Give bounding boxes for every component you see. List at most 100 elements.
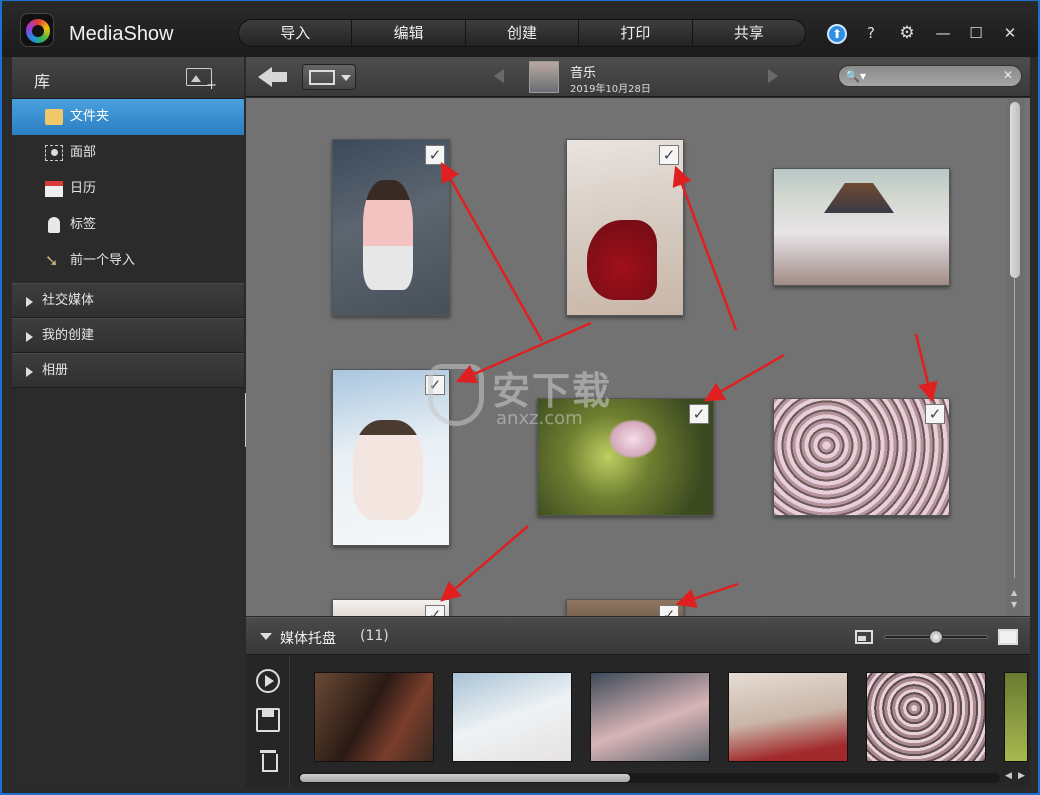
search-icon[interactable]: 🔍▾ bbox=[845, 69, 866, 83]
sidebar-group-label: 社交媒体 bbox=[42, 293, 95, 308]
collapse-tray-icon[interactable] bbox=[260, 633, 272, 640]
view-mode-button[interactable] bbox=[302, 64, 356, 90]
media-tray-header: 媒体托盘 (11) bbox=[246, 617, 1030, 655]
small-thumbnail-icon[interactable] bbox=[855, 630, 873, 644]
scroll-left-icon[interactable]: ◀ bbox=[1005, 771, 1012, 781]
main-menu: 导入 编辑 创建 打印 共享 bbox=[238, 19, 806, 47]
next-album-arrow-icon[interactable] bbox=[768, 69, 778, 83]
photo-thumbnail[interactable]: ✓ bbox=[332, 139, 450, 316]
checkbox-checked[interactable]: ✓ bbox=[425, 145, 445, 165]
sidebar-item-label: 面部 bbox=[70, 145, 97, 160]
search-box: 🔍▾ ✕ bbox=[838, 65, 1022, 87]
tray-thumbnail[interactable] bbox=[452, 672, 572, 762]
watermark-logo: 安下载 anxz.com bbox=[428, 360, 628, 440]
sidebar-item-label: 日历 bbox=[70, 181, 97, 196]
sidebar-group-social-media[interactable]: 社交媒体 bbox=[12, 283, 244, 318]
sidebar-item-tags[interactable]: 标签 bbox=[12, 207, 244, 243]
album-date: 2019年10月28日 bbox=[570, 84, 651, 95]
red-arrow bbox=[703, 353, 785, 402]
photo-thumbnail[interactable]: ✓ bbox=[773, 398, 950, 516]
sidebar-item-label: 文件夹 bbox=[70, 109, 110, 124]
sidebar-group-albums[interactable]: 相册 bbox=[12, 353, 244, 388]
sidebar-group-my-creations[interactable]: 我的创建 bbox=[12, 318, 244, 353]
sidebar-item-faces[interactable]: 面部 bbox=[12, 135, 244, 171]
scroll-down-icon[interactable]: ▼ bbox=[1011, 600, 1017, 609]
menu-print[interactable]: 打印 bbox=[578, 20, 691, 46]
sidebar-item-calendar[interactable]: 日历 bbox=[12, 171, 244, 207]
scroll-right-icon[interactable]: ▶ bbox=[1018, 771, 1025, 781]
thumbnail-size-slider[interactable] bbox=[884, 630, 988, 644]
calendar-icon bbox=[45, 181, 63, 197]
help-button[interactable]: ? bbox=[859, 21, 883, 45]
app-logo-icon bbox=[20, 13, 54, 47]
folder-icon bbox=[45, 109, 63, 125]
app-title: MediaShow bbox=[69, 23, 174, 45]
update-button[interactable]: ⬆ bbox=[825, 21, 849, 45]
media-tray-title: 媒体托盘 bbox=[280, 631, 336, 647]
checkbox-checked[interactable]: ✓ bbox=[925, 404, 945, 424]
close-button[interactable]: ✕ bbox=[998, 21, 1022, 45]
photo-view-icon bbox=[309, 70, 335, 85]
save-icon[interactable] bbox=[256, 708, 280, 732]
checkbox-checked[interactable]: ✓ bbox=[425, 605, 445, 616]
menu-edit[interactable]: 编辑 bbox=[351, 20, 464, 46]
trash-icon[interactable] bbox=[256, 748, 280, 772]
scrollbar-track bbox=[1014, 278, 1015, 578]
large-thumbnail-icon[interactable] bbox=[998, 629, 1018, 645]
scroll-up-icon[interactable]: ▲ bbox=[1011, 588, 1017, 597]
sidebar-header: 库 bbox=[12, 57, 244, 99]
tag-icon bbox=[48, 217, 60, 233]
maximize-button[interactable]: ☐ bbox=[964, 21, 988, 45]
play-icon[interactable] bbox=[256, 669, 280, 693]
sidebar-item-label: 前一个导入 bbox=[70, 253, 136, 268]
scrollbar-thumb[interactable] bbox=[1010, 102, 1020, 278]
scrollbar-thumb[interactable] bbox=[300, 774, 630, 782]
clear-search-icon[interactable]: ✕ bbox=[1003, 68, 1013, 82]
add-album-icon[interactable] bbox=[186, 68, 217, 93]
previous-album-arrow-icon[interactable] bbox=[494, 69, 504, 83]
vertical-scrollbar[interactable]: ▲ ▼ bbox=[1007, 98, 1025, 616]
checkbox-checked[interactable]: ✓ bbox=[659, 605, 679, 616]
checkbox-checked[interactable]: ✓ bbox=[689, 404, 709, 424]
photo-thumbnail[interactable] bbox=[773, 168, 950, 286]
horizontal-scrollbar[interactable] bbox=[298, 773, 1000, 783]
mediashow-window: MediaShow 导入 编辑 创建 打印 共享 ⬆ ? ⚙ — ☐ ✕ 库 文… bbox=[0, 0, 1040, 795]
menu-share[interactable]: 共享 bbox=[691, 20, 805, 46]
tray-thumbnail[interactable] bbox=[314, 672, 434, 762]
tray-thumbnail[interactable] bbox=[590, 672, 710, 762]
watermark-text: 安下载 bbox=[492, 369, 613, 413]
minimize-button[interactable]: — bbox=[931, 21, 955, 45]
expand-triangle-icon bbox=[26, 367, 33, 377]
slider-knob[interactable] bbox=[929, 630, 943, 644]
checkbox-checked[interactable]: ✓ bbox=[659, 145, 679, 165]
red-arrow bbox=[914, 333, 938, 403]
search-input[interactable] bbox=[867, 68, 995, 84]
menu-import[interactable]: 导入 bbox=[239, 20, 351, 46]
tray-thumbnail[interactable] bbox=[728, 672, 848, 762]
library-sidebar: 库 文件夹 面部 日历 标签 ➘ 前一个导入 社交媒体 bbox=[12, 57, 244, 787]
sidebar-item-folders[interactable]: 文件夹 bbox=[12, 99, 244, 135]
watermark-subtext: anxz.com bbox=[496, 408, 583, 429]
back-arrow-icon[interactable] bbox=[258, 65, 290, 89]
face-icon bbox=[45, 145, 63, 161]
shield-icon bbox=[428, 364, 484, 426]
red-arrow bbox=[675, 582, 739, 608]
media-tray-count: (11) bbox=[360, 628, 389, 644]
album-name: 音乐 bbox=[570, 66, 597, 81]
red-arrow bbox=[440, 161, 544, 342]
photo-thumbnail[interactable]: ✓ bbox=[332, 599, 450, 616]
red-arrow bbox=[672, 165, 738, 331]
sidebar-item-last-import[interactable]: ➘ 前一个导入 bbox=[12, 243, 244, 279]
import-icon: ➘ bbox=[45, 251, 59, 270]
sidebar-group-label: 相册 bbox=[42, 363, 69, 378]
menu-create[interactable]: 创建 bbox=[464, 20, 578, 46]
gear-icon[interactable]: ⚙ bbox=[895, 21, 919, 45]
expand-triangle-icon bbox=[26, 297, 33, 307]
title-bar: MediaShow 导入 编辑 创建 打印 共享 ⬆ ? ⚙ — ☐ ✕ bbox=[2, 1, 1038, 57]
photo-thumbnail[interactable]: ✓ bbox=[566, 599, 684, 616]
photo-grid: ✓ ✓ ✓ ✓ ✓ ✓ ✓ 安下载 anxz.com bbox=[246, 98, 1030, 616]
tray-thumbnail[interactable] bbox=[1004, 672, 1028, 762]
tray-thumbnail[interactable] bbox=[866, 672, 986, 762]
media-tray: ◀ ▶ bbox=[246, 656, 1030, 787]
photo-thumbnail[interactable]: ✓ bbox=[566, 139, 684, 316]
